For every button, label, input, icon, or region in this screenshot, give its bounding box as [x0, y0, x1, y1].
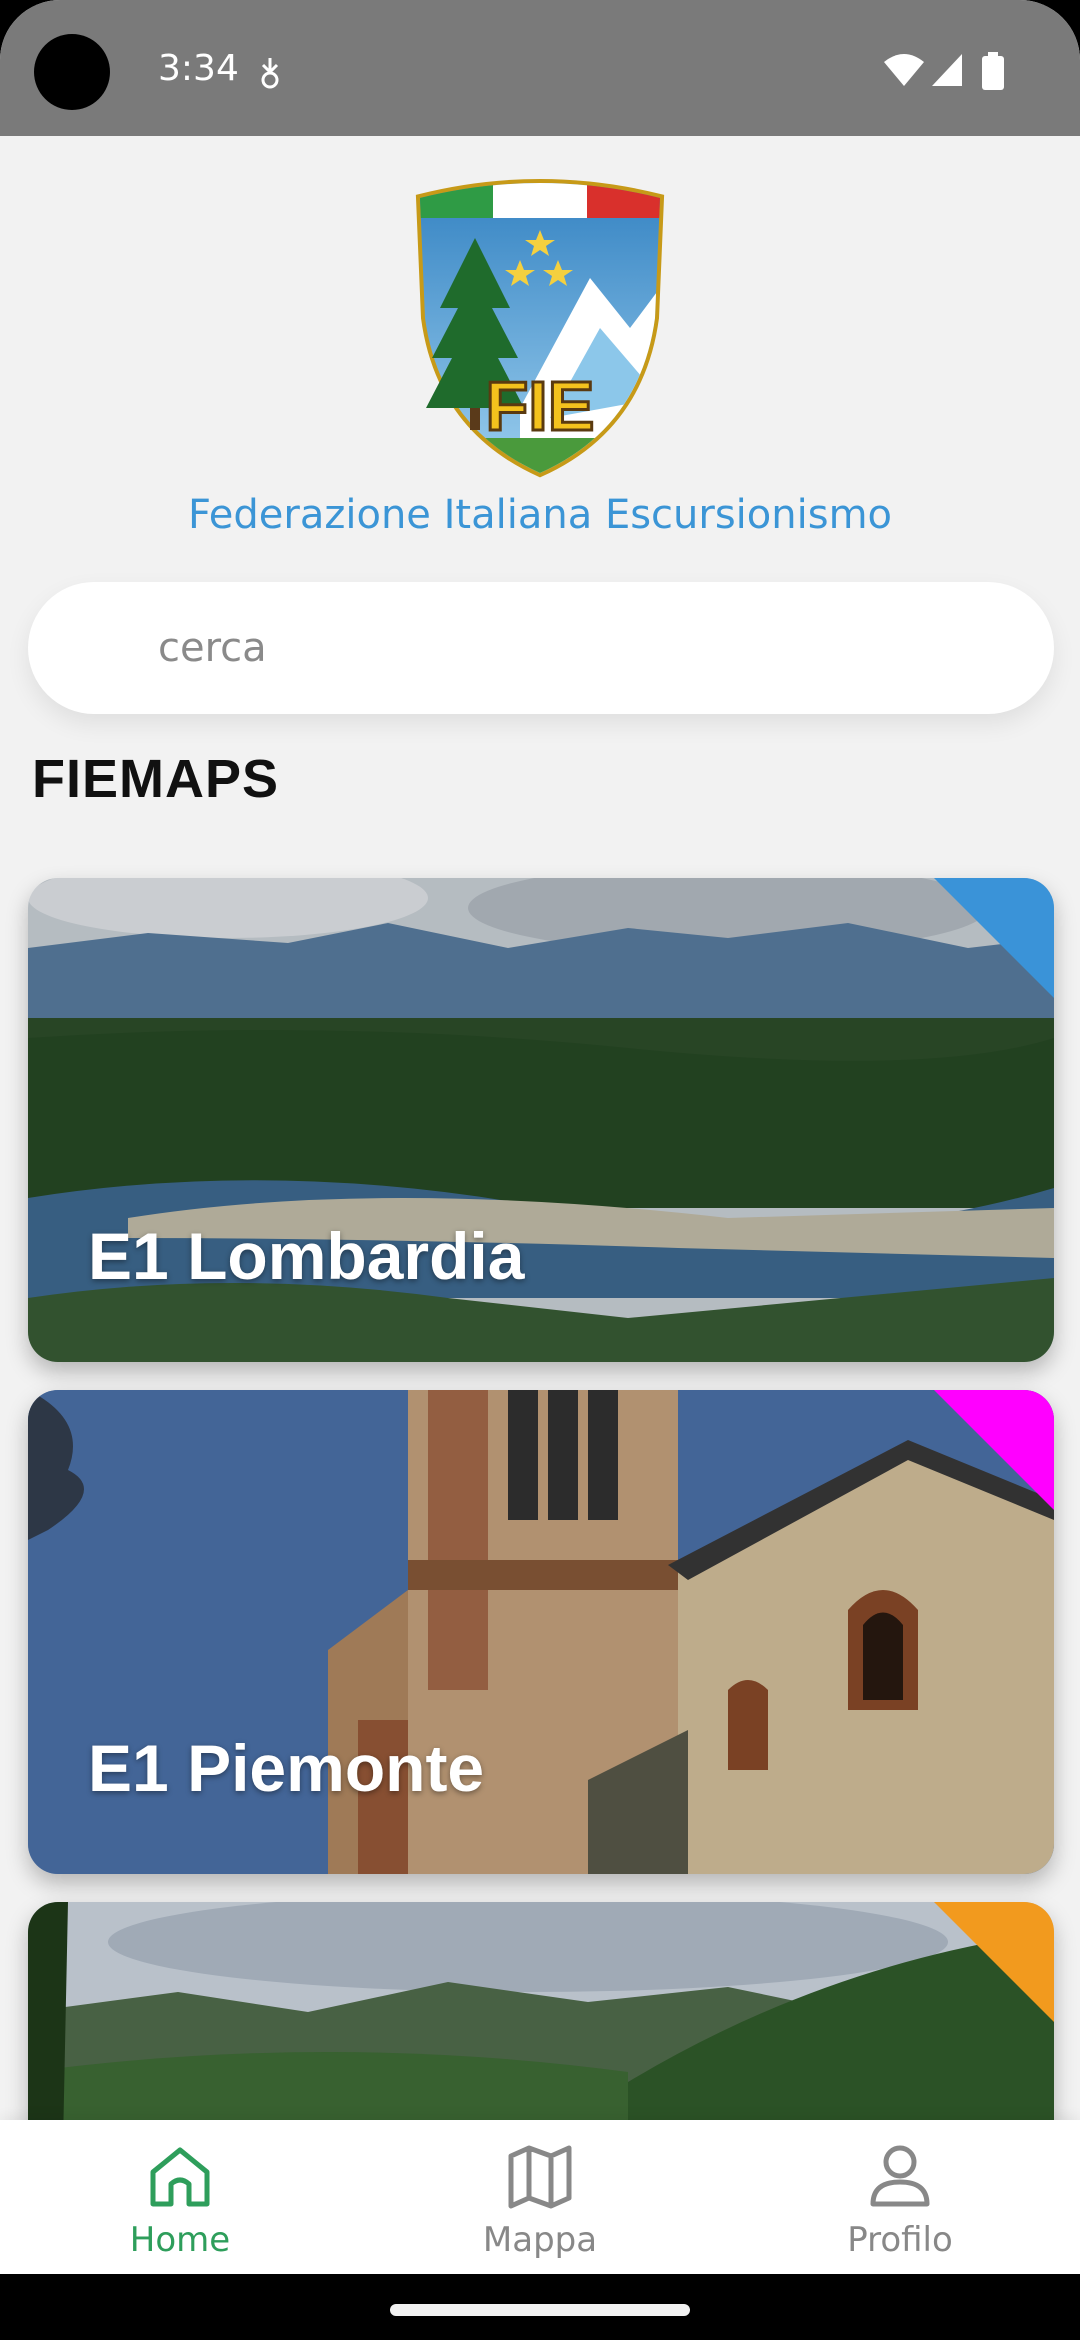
wifi-icon: [882, 52, 926, 93]
nav-label-mappa: Mappa: [482, 2220, 598, 2260]
battery-icon: [982, 52, 1004, 95]
nav-home[interactable]: Home: [0, 2120, 360, 2274]
card-corner-badge: [934, 1902, 1054, 2022]
status-time: 3:34: [158, 48, 239, 89]
card-corner-badge: [934, 878, 1054, 998]
nav-label-profilo: Profilo: [847, 2220, 953, 2260]
map-icon: [508, 2145, 572, 2209]
gesture-area: [0, 2274, 1080, 2340]
front-camera: [34, 34, 110, 110]
search-input[interactable]: [158, 610, 1018, 686]
section-title: FIEMAPS: [32, 749, 280, 809]
card-e1-piemonte[interactable]: E1 Piemonte: [28, 1390, 1054, 1874]
bottom-navigation: Home Mappa Profilo: [0, 2120, 1080, 2274]
fie-logo: FIE: [400, 168, 680, 488]
profile-icon: [870, 2145, 930, 2207]
nav-label-home: Home: [129, 2220, 231, 2260]
card-title: E1 Piemonte: [88, 1731, 485, 1805]
app-screen: 3:34 FIE Federazione Italiana Escursioni…: [0, 0, 1080, 2340]
data-saver-icon: [258, 56, 282, 95]
status-bar: 3:34: [0, 0, 1080, 136]
nav-mappa[interactable]: Mappa: [360, 2120, 720, 2274]
logo-text: FIE: [486, 367, 595, 445]
nav-profilo[interactable]: Profilo: [720, 2120, 1080, 2274]
org-name: Federazione Italiana Escursionismo: [187, 492, 893, 538]
card-e1-lombardia[interactable]: E1 Lombardia: [28, 878, 1054, 1362]
home-icon: [150, 2147, 210, 2207]
signal-icon: [930, 52, 964, 93]
card-corner-badge: [934, 1390, 1054, 1510]
home-gesture-bar[interactable]: [390, 2304, 690, 2316]
search-bar[interactable]: [28, 582, 1054, 714]
card-title: E1 Lombardia: [88, 1219, 525, 1293]
